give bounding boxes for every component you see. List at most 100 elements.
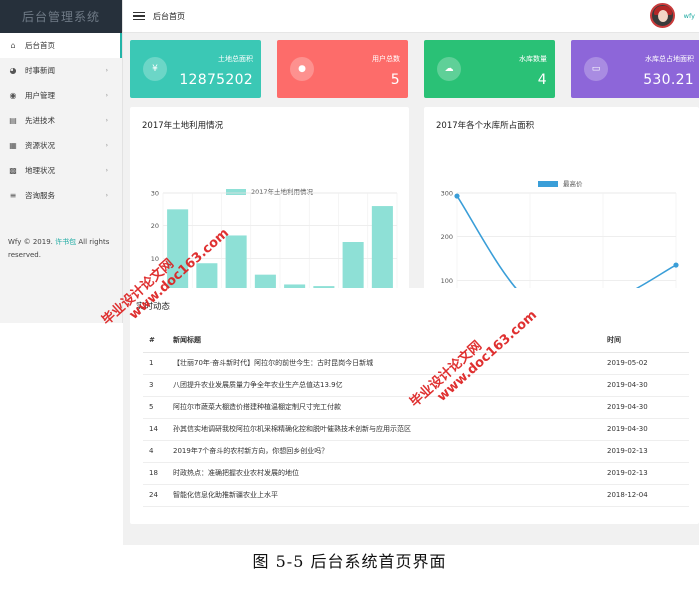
table-row[interactable]: 1 【壮丽70年·奋斗新时代】阿拉尔的前世今生：古时昆岗今日新城 2019-05-0… — [143, 352, 689, 375]
data-point[interactable] — [454, 193, 460, 199]
stat-card-3[interactable]: ▭ 水库总占地面积 530.21 — [571, 40, 699, 98]
sidebar-item-label: 咨询服务 — [25, 191, 55, 200]
legend-swatch — [226, 189, 246, 195]
sidebar-item-label: 后台首页 — [25, 41, 55, 50]
y-tick-label: 20 — [151, 222, 159, 230]
user-circle-icon: ◉ — [9, 91, 17, 100]
col-title: 新闻标题 — [173, 328, 607, 353]
table-row[interactable]: 4 2019年7个奋斗的农村新方向，你想回乡创业吗？ 2019-02-13 — [143, 440, 689, 463]
app-logo-text: 后台管理系统 — [21, 10, 100, 24]
sidebar-item-label: 时事新闻 — [25, 66, 55, 75]
news-index: 5 — [143, 396, 173, 419]
news-index: 1 — [143, 352, 173, 375]
main-content: ¥ 土地总面积 12875202 ● 用户总数 5 ☁ 水库数量 4 ▭ 水库总占地面积 530.21… — [123, 33, 699, 545]
stat-card-0[interactable]: ¥ 土地总面积 12875202 — [130, 40, 261, 98]
legend-label: 最高价 — [563, 179, 583, 188]
y-tick-label: 10 — [151, 255, 159, 263]
news-index: 14 — [143, 418, 173, 441]
chevron-right-icon: › — [105, 117, 108, 124]
data-point[interactable] — [673, 262, 679, 268]
sidebar: 后台管理系统 ⌂ 后台首页 ◕ 时事新闻 › ◉ 用户管理 › ▤ 先进技术 › ▦ 资源状况 › ▩ 地理状… — [0, 0, 123, 323]
yen-icon: ¥ — [143, 57, 167, 81]
palette-icon: ◕ — [9, 66, 17, 75]
news-time: 2019-02-13 — [607, 440, 689, 463]
news-title-cell[interactable]: 时政热点：准确把握农业农村发展的地位 — [173, 462, 607, 485]
news-time: 2019-04-30 — [607, 418, 689, 441]
sidebar-item-label: 资源状况 — [25, 141, 55, 150]
bar[interactable] — [225, 235, 247, 291]
bar[interactable] — [342, 242, 364, 291]
chevron-right-icon: › — [105, 192, 108, 199]
copyright-text: Wfy © 2019. — [8, 238, 53, 246]
y-tick-label: 30 — [151, 190, 159, 198]
home-icon: ⌂ — [10, 41, 16, 50]
y-tick-label: 300 — [441, 190, 453, 198]
news-title-cell[interactable]: 孙其信实地调研我校阿拉尔机采棉精确化控和脱叶催熟技术创新与应用示范区 — [173, 418, 607, 441]
sidebar-item-4[interactable]: ▦ 资源状况 › — [0, 133, 122, 158]
news-index: 4 — [143, 440, 173, 463]
news-index: 18 — [143, 462, 173, 485]
sidebar-item-3[interactable]: ▤ 先进技术 › — [0, 108, 122, 133]
stat-card-2[interactable]: ☁ 水库数量 4 — [424, 40, 555, 98]
news-index: 24 — [143, 484, 173, 507]
table-row[interactable]: 24 智能化信息化助推新疆农业上水平 2018-12-04 — [143, 484, 689, 507]
username-link[interactable]: wfy — [684, 12, 695, 20]
sidebar-item-label: 地理状况 — [25, 166, 55, 175]
sidebar-item-label: 先进技术 — [25, 116, 55, 125]
y-tick-label: 100 — [441, 277, 453, 285]
chevron-right-icon: › — [105, 142, 108, 149]
bar[interactable] — [196, 263, 218, 291]
sidebar-item-1[interactable]: ◕ 时事新闻 › — [0, 58, 122, 83]
stat-card-1[interactable]: ● 用户总数 5 — [277, 40, 408, 98]
stat-label: 水库数量 — [519, 55, 547, 63]
news-title-cell[interactable]: 阿拉尔市蔬菜大棚造价搭建种植温棚定制尺寸完工付款 — [173, 396, 607, 419]
line-chart-panel: 2017年各个水库所占面积 最高价0100200300上游水库新开子水库胜利水库… — [424, 107, 699, 310]
sidebar-item-5[interactable]: ▩ 地理状况 › — [0, 158, 122, 183]
top-header: 后台首页 wfy — [123, 0, 699, 33]
stat-label: 土地总面积 — [218, 55, 253, 63]
news-title-cell[interactable]: 八团提升农业发展质量力争全年农业生产总值达13.9亿 — [173, 374, 607, 397]
stat-label: 水库总占地面积 — [645, 55, 694, 63]
cloud-icon: ☁ — [437, 57, 461, 81]
menu-toggle-icon[interactable] — [133, 11, 145, 21]
y-tick-label: 200 — [441, 233, 453, 241]
stat-value: 5 — [390, 72, 400, 88]
menu-icon: ≡ — [9, 191, 17, 200]
col-index: # — [143, 328, 173, 353]
stat-value: 12875202 — [179, 72, 253, 88]
user-icon: ● — [290, 57, 314, 81]
app-logo[interactable]: 后台管理系统 — [0, 0, 122, 33]
legend-swatch — [538, 181, 558, 187]
news-time: 2019-04-30 — [607, 374, 689, 397]
stat-value: 530.21 — [643, 72, 694, 88]
col-time: 时间 — [607, 328, 689, 353]
message-icon: ▭ — [584, 57, 608, 81]
sidebar-item-label: 用户管理 — [25, 91, 55, 100]
sidebar-footer: Wfy © 2019. 许书包 All rights reserved. — [0, 236, 122, 262]
sidebar-item-0[interactable]: ⌂ 后台首页 — [0, 33, 122, 58]
stat-label: 用户总数 — [372, 55, 400, 63]
table-row[interactable]: 14 孙其信实地调研我校阿拉尔机采棉精确化控和脱叶催熟技术创新与应用示范区 2019… — [143, 418, 689, 441]
news-time: 2019-05-02 — [607, 352, 689, 375]
list-icon: ▤ — [9, 116, 17, 125]
chart-icon: ▩ — [9, 166, 17, 175]
author-link[interactable]: 许书包 — [55, 238, 76, 246]
chevron-right-icon: › — [105, 92, 108, 99]
sidebar-item-2[interactable]: ◉ 用户管理 › — [0, 83, 122, 108]
news-title-cell[interactable]: 【壮丽70年·奋斗新时代】阿拉尔的前世今生：古时昆岗今日新城 — [173, 352, 607, 375]
news-time: 2019-04-30 — [607, 396, 689, 419]
table-row[interactable]: 18 时政热点：准确把握农业农村发展的地位 2019-02-13 — [143, 462, 689, 485]
page-title: 后台首页 — [153, 11, 185, 21]
document-icon: ▦ — [9, 141, 17, 150]
news-index: 3 — [143, 374, 173, 397]
legend-label: 2017年土地利用情况 — [251, 187, 314, 196]
news-header-row: # 新闻标题 时间 — [143, 328, 689, 353]
bar[interactable] — [371, 206, 393, 291]
news-time: 2019-02-13 — [607, 462, 689, 485]
sidebar-item-6[interactable]: ≡ 咨询服务 › — [0, 183, 122, 208]
line-chart: 最高价0100200300上游水库新开子水库胜利水库多浪水库 — [441, 179, 679, 310]
news-title-cell[interactable]: 智能化信息化助推新疆农业上水平 — [173, 484, 607, 507]
news-title-cell[interactable]: 2019年7个奋斗的农村新方向，你想回乡创业吗？ — [173, 440, 607, 463]
avatar[interactable] — [650, 3, 675, 28]
news-table: # 新闻标题 时间 1 【壮丽70年·奋斗新时代】阿拉尔的前世今生：古时昆岗今日新… — [143, 328, 689, 507]
